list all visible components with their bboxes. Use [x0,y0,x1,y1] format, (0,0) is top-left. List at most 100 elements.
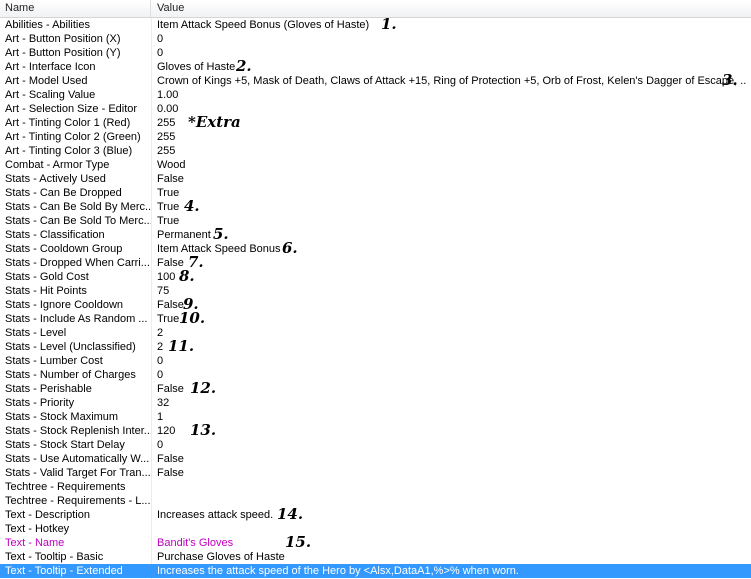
property-row[interactable]: Stats - Stock Maximum 1 [0,410,751,424]
property-value[interactable]: False [157,466,747,480]
property-value[interactable]: Increases the attack speed of the Hero b… [157,564,747,578]
property-name: Art - Tinting Color 3 (Blue) [5,145,133,157]
property-value[interactable]: Crown of Kings +5, Mask of Death, Claws … [157,74,747,88]
property-row[interactable]: Stats - Classification Permanent [0,228,751,242]
property-value[interactable]: True [157,186,747,200]
property-name: Stats - Stock Maximum [5,411,119,423]
property-row[interactable]: Text - Tooltip - Basic Purchase Gloves of… [0,550,751,564]
property-value[interactable]: 0 [157,354,747,368]
property-row[interactable]: Stats - Use Automatically W... False [0,452,751,466]
property-row[interactable]: Art - Button Position (X) 0 [0,32,751,46]
property-value[interactable]: 2 [157,326,747,340]
property-row[interactable]: Combat - Armor Type Wood [0,158,751,172]
property-value[interactable]: 32 [157,396,747,410]
property-row[interactable]: Stats - Actively Used False [0,172,751,186]
property-row[interactable]: Art - Tinting Color 1 (Red) 255 [0,116,751,130]
property-value[interactable]: False [157,298,747,312]
property-value[interactable]: 2 [157,340,747,354]
annotation-number: 11. [168,337,195,355]
property-row[interactable]: Text - Description Increases attack speed… [0,508,751,522]
property-value[interactable]: True [157,312,747,326]
property-row[interactable]: Stats - Level (Unclassified) 2 [0,340,751,354]
property-row[interactable]: Stats - Include As Random ... True [0,312,751,326]
property-row[interactable]: Stats - Lumber Cost 0 [0,354,751,368]
property-name: Stats - Actively Used [5,173,106,185]
property-value[interactable]: False [157,256,747,270]
property-row[interactable]: Stats - Hit Points 75 [0,284,751,298]
property-row[interactable]: Text - Hotkey [0,522,751,536]
property-row[interactable]: Art - Button Position (Y) 0 [0,46,751,60]
annotation-number: 10. [179,309,206,327]
property-row[interactable]: Text - Tooltip - Extended Increases the a… [0,564,751,578]
property-value[interactable]: True [157,200,747,214]
property-row[interactable]: Art - Scaling Value 1.00 [0,88,751,102]
property-row[interactable]: Stats - Perishable False [0,382,751,396]
annotation-number: 15. [285,533,312,551]
property-row[interactable]: Art - Model Used Crown of Kings +5, Mask … [0,74,751,88]
property-value[interactable]: 255 [157,144,747,158]
property-name: Techtree - Requirements - L... [5,495,151,507]
name-column-header[interactable]: Name [0,0,151,17]
property-row[interactable]: Abilities - Abilities Item Attack Speed B… [0,18,751,32]
object-property-grid: Name Value Abilities - Abilities Item Att… [0,0,751,579]
property-value[interactable]: 0 [157,32,747,46]
property-name: Text - Tooltip - Extended [5,565,123,577]
annotation-number: 8. [179,267,195,285]
property-value[interactable]: 100 [157,270,747,284]
property-row[interactable]: Stats - Level 2 [0,326,751,340]
property-name: Text - Hotkey [5,523,70,535]
property-row[interactable]: Stats - Gold Cost 100 [0,270,751,284]
property-value[interactable]: 120 [157,424,747,438]
property-value[interactable]: 75 [157,284,747,298]
property-row[interactable]: Stats - Can Be Sold To Merc... True [0,214,751,228]
property-row[interactable]: Stats - Number of Charges 0 [0,368,751,382]
property-row[interactable]: Art - Tinting Color 2 (Green) 255 [0,130,751,144]
property-row[interactable]: Stats - Priority 32 [0,396,751,410]
property-name: Stats - Can Be Sold To Merc... [5,215,151,227]
property-value[interactable]: 1.00 [157,88,747,102]
property-value[interactable]: Wood [157,158,747,172]
property-value[interactable]: 0 [157,368,747,382]
property-value[interactable]: 255 [157,116,747,130]
property-value[interactable]: 0 [157,438,747,452]
property-value[interactable]: False [157,172,747,186]
property-row[interactable]: Stats - Stock Replenish Inter... 120 [0,424,751,438]
property-value[interactable]: False [157,382,747,396]
property-row[interactable]: Art - Selection Size - Editor 0.00 [0,102,751,116]
property-row[interactable]: Stats - Dropped When Carri... False [0,256,751,270]
value-column-header[interactable]: Value [151,0,751,17]
property-value[interactable]: Purchase Gloves of Haste [157,550,747,564]
property-row[interactable]: Stats - Stock Start Delay 0 [0,438,751,452]
property-row[interactable]: Text - Name Bandit's Gloves [0,536,751,550]
property-row[interactable]: Art - Tinting Color 3 (Blue) 255 [0,144,751,158]
property-value[interactable]: 1 [157,410,747,424]
property-value[interactable]: True [157,214,747,228]
property-value[interactable]: Permanent [157,228,747,242]
property-row[interactable]: Stats - Can Be Dropped True [0,186,751,200]
property-name: Stats - Ignore Cooldown [5,299,124,311]
property-value[interactable]: Increases attack speed. [157,508,747,522]
property-value[interactable]: Item Attack Speed Bonus (Gloves of Haste… [157,18,747,32]
property-name: Text - Tooltip - Basic [5,551,104,563]
property-value[interactable]: False [157,452,747,466]
annotation-number: 5. [213,225,229,243]
property-value[interactable]: Item Attack Speed Bonus [157,242,747,256]
property-value[interactable]: Bandit's Gloves [157,536,747,550]
property-row[interactable]: Stats - Can Be Sold By Merc... True [0,200,751,214]
property-row[interactable]: Techtree - Requirements - L... [0,494,751,508]
property-row[interactable]: Stats - Valid Target For Tran... False [0,466,751,480]
property-name: Stats - Stock Replenish Inter... [5,425,151,437]
property-name: Art - Button Position (X) [5,33,121,45]
property-name: Art - Button Position (Y) [5,47,121,59]
property-row[interactable]: Stats - Ignore Cooldown False [0,298,751,312]
property-value[interactable]: 255 [157,130,747,144]
annotation-number: 12. [190,379,217,397]
property-row[interactable]: Stats - Cooldown Group Item Attack Speed … [0,242,751,256]
property-row[interactable]: Art - Interface Icon Gloves of Haste [0,60,751,74]
property-value[interactable]: 0.00 [157,102,747,116]
property-name: Stats - Level [5,327,67,339]
property-list: Abilities - Abilities Item Attack Speed B… [0,18,751,578]
property-row[interactable]: Techtree - Requirements [0,480,751,494]
property-name: Art - Tinting Color 2 (Green) [5,131,141,143]
property-name: Text - Description [5,509,90,521]
